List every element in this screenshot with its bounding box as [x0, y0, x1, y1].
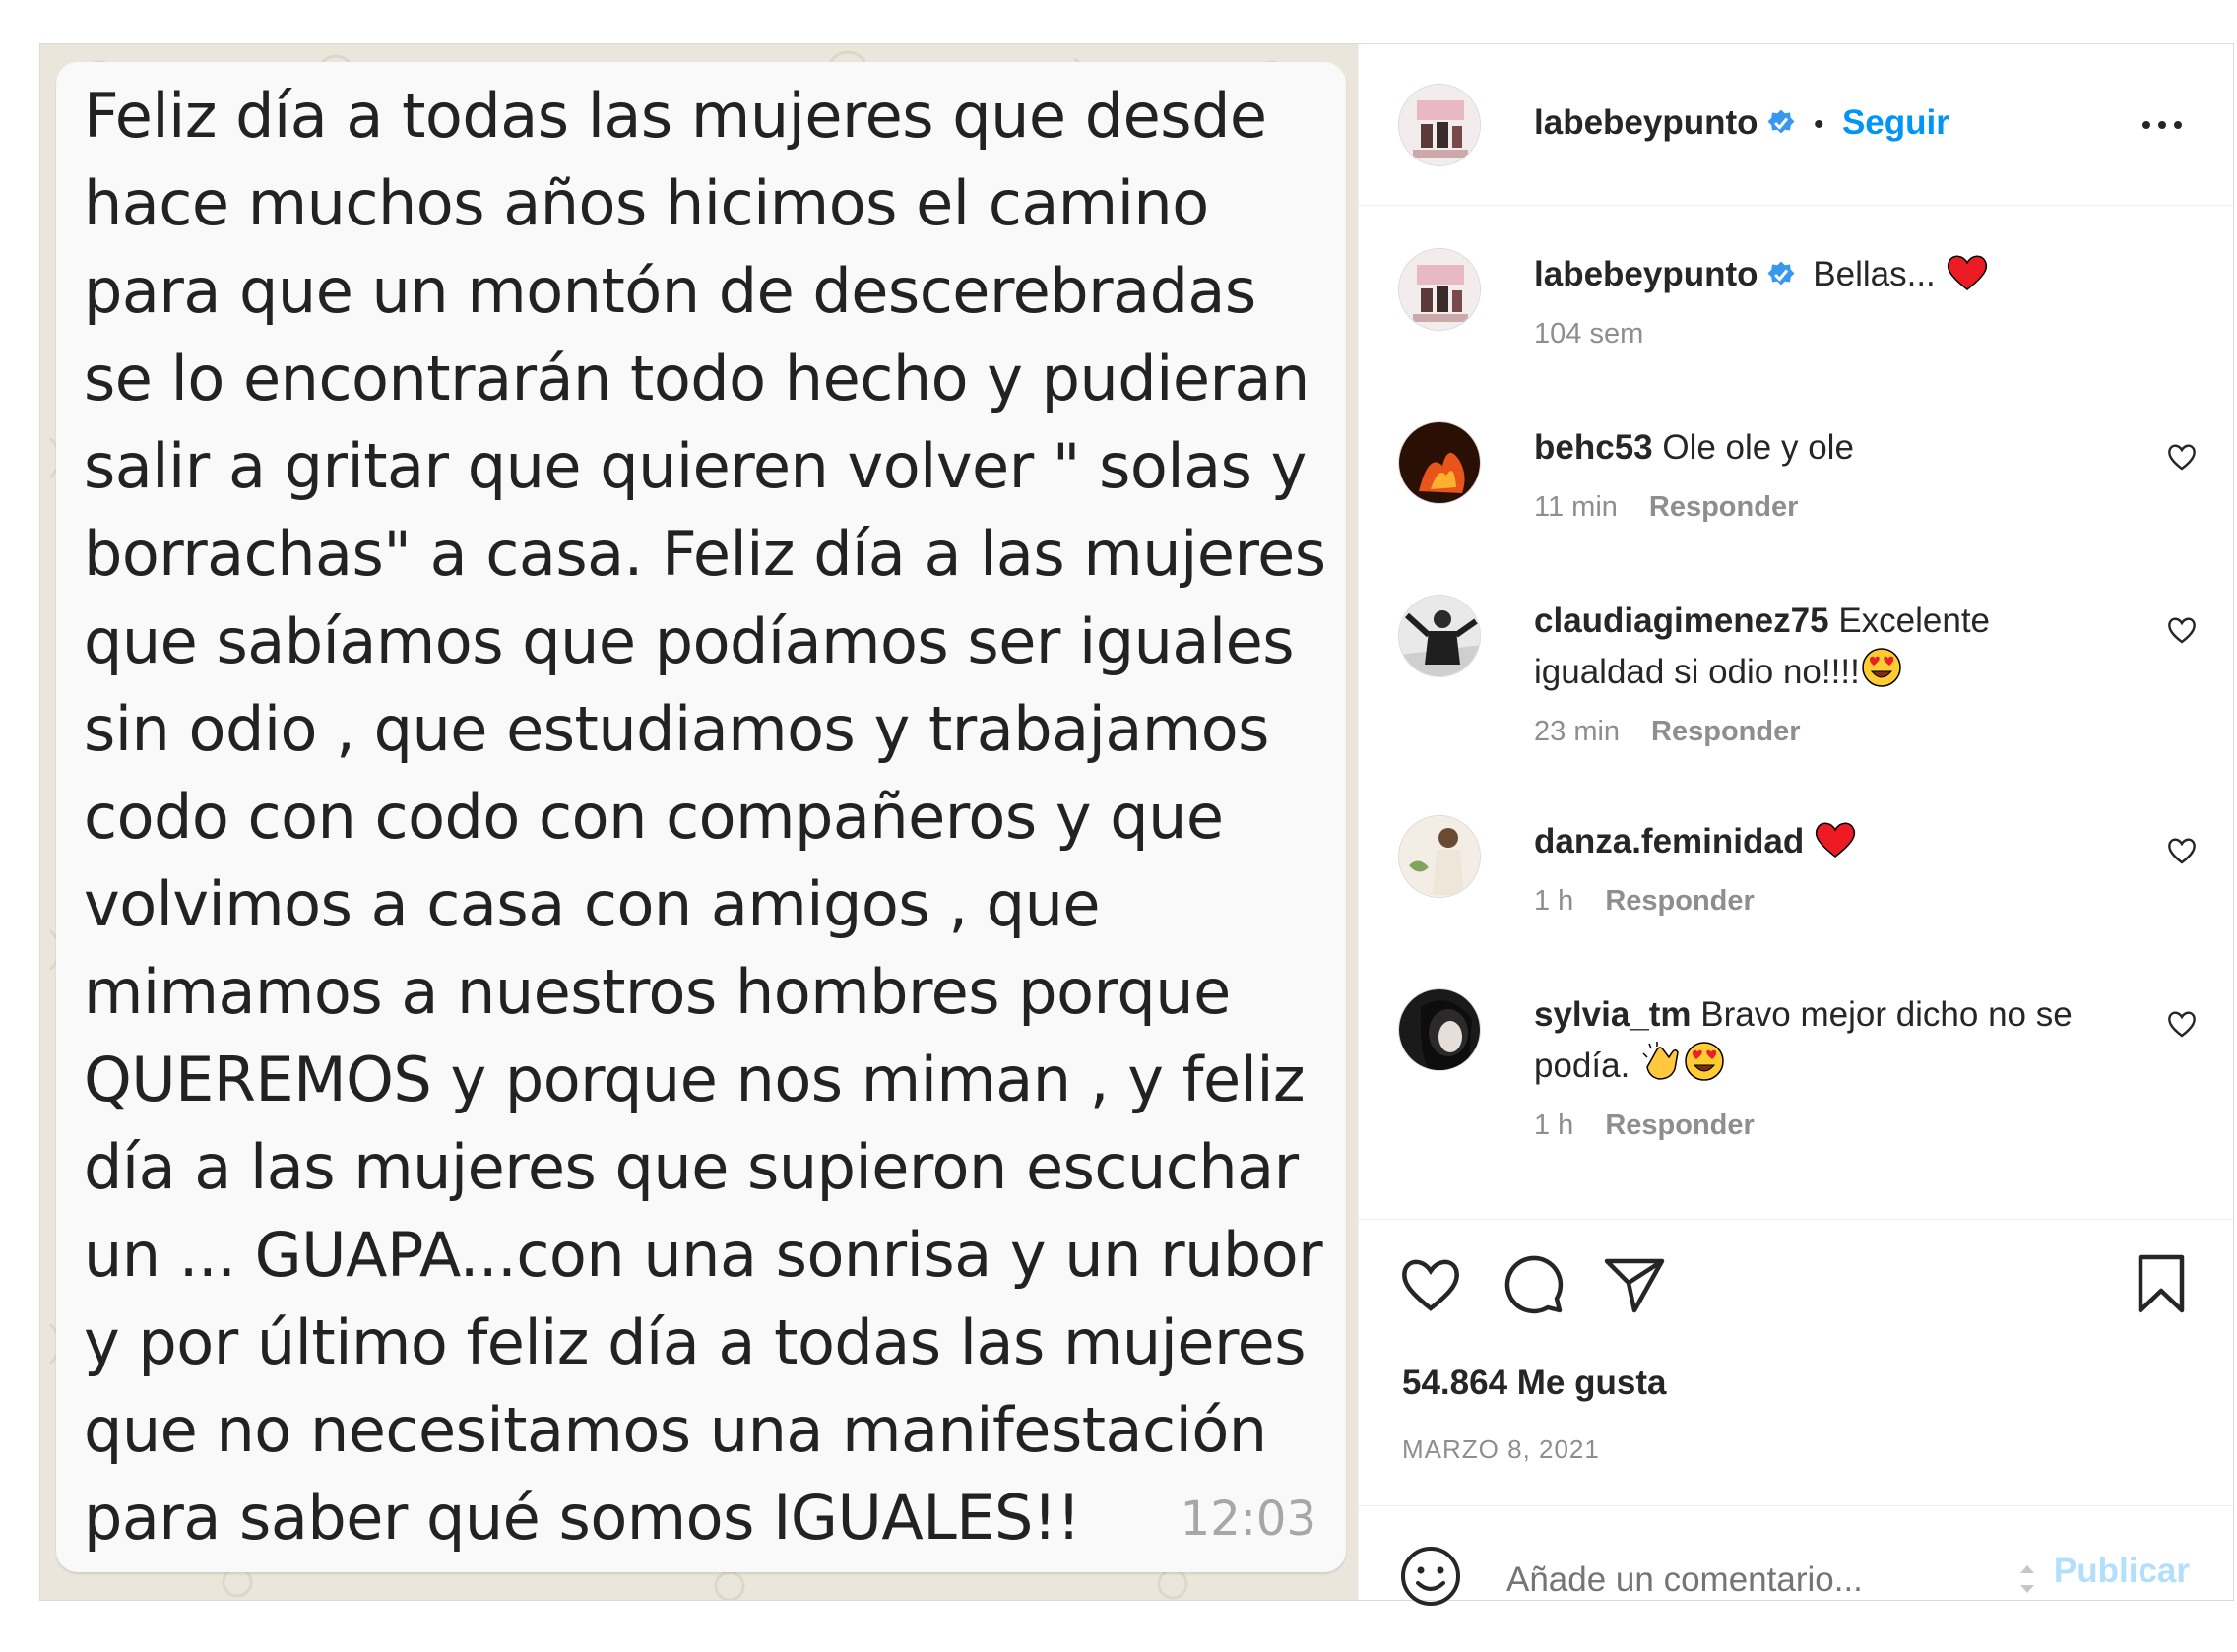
commenter-avatar[interactable] — [1398, 815, 1481, 898]
resize-grip-icon — [2020, 1565, 2034, 1593]
reply-button[interactable]: Responder — [1651, 716, 1800, 747]
post-side-panel: labebeypunto • Seguir labebeypunto Bella… — [1358, 44, 2233, 1611]
follow-button[interactable]: Seguir — [1842, 103, 1949, 142]
actions-divider — [1359, 1219, 2233, 1220]
comment-bubble-icon[interactable] — [1501, 1251, 1566, 1316]
save-bookmark-icon[interactable] — [2129, 1251, 2194, 1316]
comments-list[interactable]: labebeypunto Bellas... 104 sem behc53 Ol… — [1359, 205, 2233, 1219]
verified-badge-icon — [1767, 109, 1795, 134]
caption-text: Bellas... — [1813, 255, 1936, 293]
comment-username[interactable]: behc53 — [1534, 428, 1653, 467]
instagram-post: Feliz día a todas las mujeres que desde … — [39, 43, 2234, 1611]
comment-time: 11 min — [1534, 491, 1618, 523]
author-avatar[interactable] — [1398, 84, 1481, 166]
caption-username[interactable]: labebeypunto — [1534, 255, 1758, 293]
comment-username[interactable]: claudiagimenez75 — [1534, 602, 1829, 640]
comment-time: 1 h — [1534, 885, 1574, 917]
heart-eyes-emoji-icon — [1862, 648, 1901, 687]
comment-composer: Publicar — [1359, 1505, 2233, 1611]
red-heart-emoji-icon — [1947, 255, 1987, 290]
publish-button[interactable]: Publicar — [2054, 1552, 2190, 1591]
chat-message-text: Feliz día a todas las mujeres que desde … — [84, 80, 1326, 1554]
like-comment-heart-icon[interactable] — [2166, 614, 2198, 646]
post-image[interactable]: Feliz día a todas las mujeres que desde … — [40, 44, 1358, 1600]
commenter-avatar-image — [1399, 596, 1480, 676]
reply-button[interactable]: Responder — [1605, 885, 1754, 917]
clapping-hands-emoji-icon — [1642, 1042, 1679, 1080]
commenter-avatar-image — [1399, 989, 1480, 1070]
share-paper-plane-icon[interactable] — [1601, 1251, 1666, 1316]
commenter-avatar[interactable] — [1398, 421, 1481, 504]
post-header: labebeypunto • Seguir — [1359, 44, 2233, 206]
comment-username[interactable]: danza.feminidad — [1534, 822, 1804, 860]
commenter-avatar-image — [1399, 422, 1480, 503]
chat-bubble: Feliz día a todas las mujeres que desde … — [56, 62, 1346, 1572]
comment-time: 1 h — [1534, 1110, 1574, 1141]
heart-eyes-emoji-icon — [1685, 1042, 1724, 1081]
caption-time: 104 sem — [1534, 318, 1644, 349]
comment-text: Ole ole y ole — [1662, 428, 1854, 467]
author-avatar-image — [1399, 85, 1480, 165]
more-options-icon[interactable] — [2139, 105, 2186, 145]
caption-avatar[interactable] — [1398, 248, 1481, 331]
emoji-picker-icon[interactable] — [1398, 1544, 1463, 1609]
post-date[interactable]: MARZO 8, 2021 — [1402, 1434, 1600, 1465]
verified-badge-icon — [1767, 261, 1795, 286]
reply-button[interactable]: Responder — [1649, 491, 1798, 523]
comment-username[interactable]: sylvia_tm — [1534, 995, 1692, 1034]
chat-message-time: 12:03 — [1180, 1492, 1316, 1547]
like-comment-heart-icon[interactable] — [2166, 1008, 2198, 1040]
caption-avatar-image — [1399, 249, 1480, 330]
like-comment-heart-icon[interactable] — [2166, 835, 2198, 866]
like-heart-icon[interactable] — [1398, 1251, 1463, 1316]
commenter-avatar[interactable] — [1398, 988, 1481, 1071]
red-heart-emoji-icon — [1815, 822, 1856, 858]
reply-button[interactable]: Responder — [1605, 1110, 1754, 1141]
like-comment-heart-icon[interactable] — [2166, 441, 2198, 473]
header-separator-dot: • — [1813, 108, 1824, 141]
author-username[interactable]: labebeypunto — [1534, 103, 1758, 142]
commenter-avatar[interactable] — [1398, 595, 1481, 677]
commenter-avatar-image — [1399, 816, 1480, 897]
comment-time: 23 min — [1534, 716, 1621, 747]
likes-count[interactable]: 54.864 Me gusta — [1402, 1364, 1666, 1403]
